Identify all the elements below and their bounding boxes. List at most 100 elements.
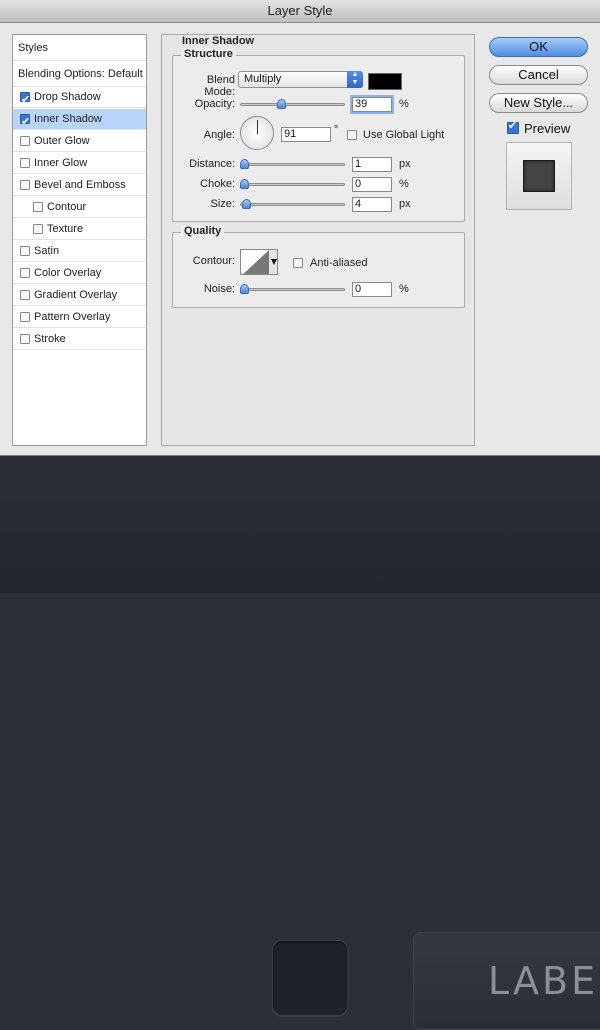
opacity-label: Opacity: [194, 98, 235, 110]
style-item-contour[interactable]: Contour [13, 197, 146, 218]
style-item-pattern-overlay[interactable]: Pattern Overlay [13, 307, 146, 328]
quality-group: Quality Contour: Anti-aliased Noise: 0 % [172, 225, 465, 308]
style-item-label: Texture [47, 223, 84, 235]
style-item-checkbox[interactable] [20, 89, 30, 110]
noise-label: Noise: [203, 283, 235, 295]
preview-swatch [523, 160, 555, 192]
distance-unit: px [399, 158, 411, 170]
style-item-outer-glow[interactable]: Outer Glow [13, 131, 146, 152]
angle-unit: ° [334, 124, 339, 136]
style-item-checkbox[interactable] [20, 111, 30, 132]
opacity-slider-track[interactable] [240, 103, 345, 106]
style-item-label: Drop Shadow [34, 91, 101, 103]
blend-mode-value: Multiply [244, 73, 282, 85]
style-item-checkbox[interactable] [20, 158, 30, 168]
style-item-label: Contour [47, 201, 87, 213]
structure-group: Structure Blend Mode: Multiply ▲ ▼ Opacit… [172, 48, 465, 222]
updown-arrows-icon: ▲ ▼ [347, 71, 363, 88]
style-item-inner-shadow[interactable]: Inner Shadow [13, 109, 146, 132]
window-title: Layer Style [0, 0, 600, 23]
use-global-light-checkbox[interactable] [347, 130, 357, 140]
style-item-checkbox[interactable] [20, 334, 30, 344]
anti-aliased-label: Anti-aliased [310, 257, 368, 269]
opacity-slider-thumb[interactable] [277, 99, 287, 109]
style-item-bevel-and-emboss[interactable]: Bevel and Emboss [13, 175, 146, 196]
style-item-label: Outer Glow [34, 135, 90, 147]
style-item-checkbox[interactable] [33, 224, 43, 234]
panel-title: Inner Shadow [182, 35, 255, 47]
preview-checkbox[interactable] [507, 119, 519, 134]
style-item-gradient-overlay[interactable]: Gradient Overlay [13, 285, 146, 306]
style-item-label: Gradient Overlay [34, 289, 118, 301]
style-item-label: Color Overlay [34, 267, 102, 279]
style-item-label: Bevel and Emboss [34, 179, 126, 191]
use-global-light-label: Use Global Light [363, 129, 445, 141]
preview-label: Preview [524, 121, 571, 136]
layer-style-dialog: Layer Style Styles Blending Options: Def… [0, 0, 600, 456]
style-item-checkbox[interactable] [20, 246, 30, 256]
style-item-color-overlay[interactable]: Color Overlay [13, 263, 146, 284]
style-item-label: Stroke [34, 333, 66, 345]
style-item-label: Satin [34, 245, 60, 257]
opacity-unit: % [399, 98, 409, 110]
style-item-checkbox[interactable] [20, 312, 30, 322]
styles-list: Styles Blending Options: Default Drop Sh… [12, 34, 147, 446]
noise-field[interactable]: 0 [352, 282, 392, 297]
contour-picker[interactable] [240, 249, 278, 275]
choke-field[interactable]: 0 [352, 177, 392, 192]
canvas-label-text: LABEL [488, 959, 600, 1003]
style-item-label: Inner Shadow [34, 113, 102, 125]
style-item-inner-glow[interactable]: Inner Glow [13, 153, 146, 174]
size-field[interactable]: 4 [352, 197, 392, 212]
style-item-checkbox[interactable] [20, 180, 30, 190]
size-slider-thumb[interactable] [241, 199, 251, 209]
contour-curve-icon [241, 250, 277, 274]
style-item-stroke[interactable]: Stroke [13, 329, 146, 350]
angle-dial[interactable] [240, 116, 274, 150]
shadow-color-swatch[interactable] [368, 73, 402, 90]
angle-label: Angle: [203, 129, 235, 141]
inner-shadow-panel: Inner Shadow Structure Blend Mode: Multi… [161, 34, 475, 446]
choke-slider-track[interactable] [240, 183, 345, 186]
style-item-checkbox[interactable] [33, 202, 43, 212]
size-slider-track[interactable] [240, 203, 345, 206]
distance-slider-track[interactable] [240, 163, 345, 166]
distance-slider-thumb[interactable] [240, 159, 250, 169]
noise-unit: % [399, 283, 409, 295]
angle-dial-hand [257, 120, 258, 134]
new-style-button[interactable]: New Style... [489, 93, 588, 113]
distance-label: Distance: [189, 158, 235, 170]
distance-field[interactable]: 1 [352, 157, 392, 172]
blend-mode-label: Blend Mode: [204, 74, 235, 98]
canvas-square-button [272, 940, 348, 1016]
style-item-drop-shadow[interactable]: Drop Shadow [13, 87, 146, 110]
style-item-checkbox[interactable] [20, 268, 30, 278]
blend-mode-select[interactable]: Multiply ▲ ▼ [238, 71, 363, 88]
style-item-texture[interactable]: Texture [13, 219, 146, 240]
anti-aliased-checkbox[interactable] [293, 258, 303, 268]
choke-unit: % [399, 178, 409, 190]
size-label: Size: [210, 198, 235, 210]
style-item-label: Inner Glow [34, 157, 88, 169]
size-unit: px [399, 198, 411, 210]
ok-button[interactable]: OK [489, 37, 588, 57]
angle-field[interactable]: 91 [281, 127, 331, 142]
blending-options-item[interactable]: Blending Options: Default [13, 61, 146, 87]
style-item-label: Pattern Overlay [34, 311, 111, 323]
cancel-button[interactable]: Cancel [489, 65, 588, 85]
preview-thumbnail [506, 142, 572, 210]
quality-title: Quality [181, 225, 225, 237]
noise-slider-track[interactable] [240, 288, 345, 291]
style-item-checkbox[interactable] [20, 136, 30, 146]
styles-header[interactable]: Styles [13, 35, 146, 61]
canvas-label-box: LABEL [413, 932, 600, 1030]
choke-slider-thumb[interactable] [240, 179, 249, 189]
style-item-satin[interactable]: Satin [13, 241, 146, 262]
choke-label: Choke: [200, 178, 235, 190]
style-item-checkbox[interactable] [20, 290, 30, 300]
contour-label: Contour: [192, 255, 235, 267]
canvas-background: LABEL [0, 455, 600, 1030]
structure-title: Structure [181, 48, 236, 60]
noise-slider-thumb[interactable] [240, 284, 249, 294]
opacity-field[interactable]: 39 [352, 97, 392, 112]
